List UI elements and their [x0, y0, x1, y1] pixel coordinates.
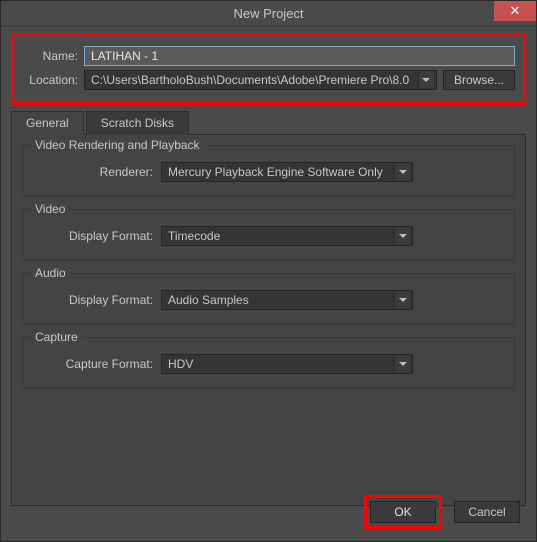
renderer-dropdown[interactable]: Mercury Playback Engine Software Only — [161, 162, 413, 182]
browse-button[interactable]: Browse... — [443, 70, 515, 90]
dialog-buttons: OK Cancel — [364, 495, 520, 529]
video-display-format-value: Timecode — [168, 229, 220, 243]
group-video: Video Display Format: Timecode — [22, 209, 515, 261]
ok-button[interactable]: OK — [370, 501, 436, 523]
group-audio: Audio Display Format: Audio Samples — [22, 273, 515, 325]
chevron-down-icon — [394, 228, 410, 244]
chevron-down-icon — [394, 164, 410, 180]
highlight-name-location: Name: Location: C:\Users\BartholoBush\Do… — [11, 33, 526, 105]
group-title-rendering: Video Rendering and Playback — [31, 138, 204, 152]
window-title: New Project — [233, 6, 303, 21]
video-display-format-dropdown[interactable]: Timecode — [161, 226, 413, 246]
group-video-rendering: Video Rendering and Playback Renderer: M… — [22, 145, 515, 197]
group-title-audio: Audio — [31, 266, 70, 280]
location-value: C:\Users\BartholoBush\Documents\Adobe\Pr… — [91, 73, 409, 87]
location-row: Location: C:\Users\BartholoBush\Document… — [22, 70, 515, 90]
video-display-format-label: Display Format: — [33, 229, 153, 243]
new-project-dialog: New Project ✕ Name: Location: C:\Users\B… — [0, 0, 537, 542]
capture-format-value: HDV — [168, 357, 193, 371]
tab-general[interactable]: General — [11, 111, 84, 135]
close-icon: ✕ — [510, 3, 521, 19]
name-label: Name: — [22, 49, 78, 63]
audio-display-format-value: Audio Samples — [168, 293, 249, 307]
tabs: General Scratch Disks — [11, 111, 526, 135]
renderer-label: Renderer: — [33, 165, 153, 179]
group-title-video: Video — [31, 202, 69, 216]
titlebar: New Project ✕ — [1, 1, 536, 27]
capture-format-dropdown[interactable]: HDV — [161, 354, 413, 374]
content-area: Name: Location: C:\Users\BartholoBush\Do… — [1, 27, 536, 516]
renderer-value: Mercury Playback Engine Software Only — [168, 165, 383, 179]
chevron-down-icon — [394, 292, 410, 308]
name-row: Name: — [22, 46, 515, 66]
group-capture: Capture Capture Format: HDV — [22, 337, 515, 389]
location-dropdown[interactable]: C:\Users\BartholoBush\Documents\Adobe\Pr… — [84, 70, 437, 90]
close-button[interactable]: ✕ — [494, 1, 536, 21]
name-input[interactable] — [84, 46, 515, 66]
tab-panel-general: Video Rendering and Playback Renderer: M… — [11, 134, 526, 506]
highlight-ok: OK — [364, 495, 442, 529]
cancel-button[interactable]: Cancel — [454, 501, 520, 523]
capture-format-label: Capture Format: — [33, 357, 153, 371]
group-title-capture: Capture — [31, 330, 82, 344]
audio-display-format-dropdown[interactable]: Audio Samples — [161, 290, 413, 310]
tab-scratch-disks[interactable]: Scratch Disks — [86, 111, 189, 135]
audio-display-format-label: Display Format: — [33, 293, 153, 307]
chevron-down-icon — [394, 356, 410, 372]
location-label: Location: — [22, 73, 78, 87]
chevron-down-icon — [418, 72, 434, 88]
